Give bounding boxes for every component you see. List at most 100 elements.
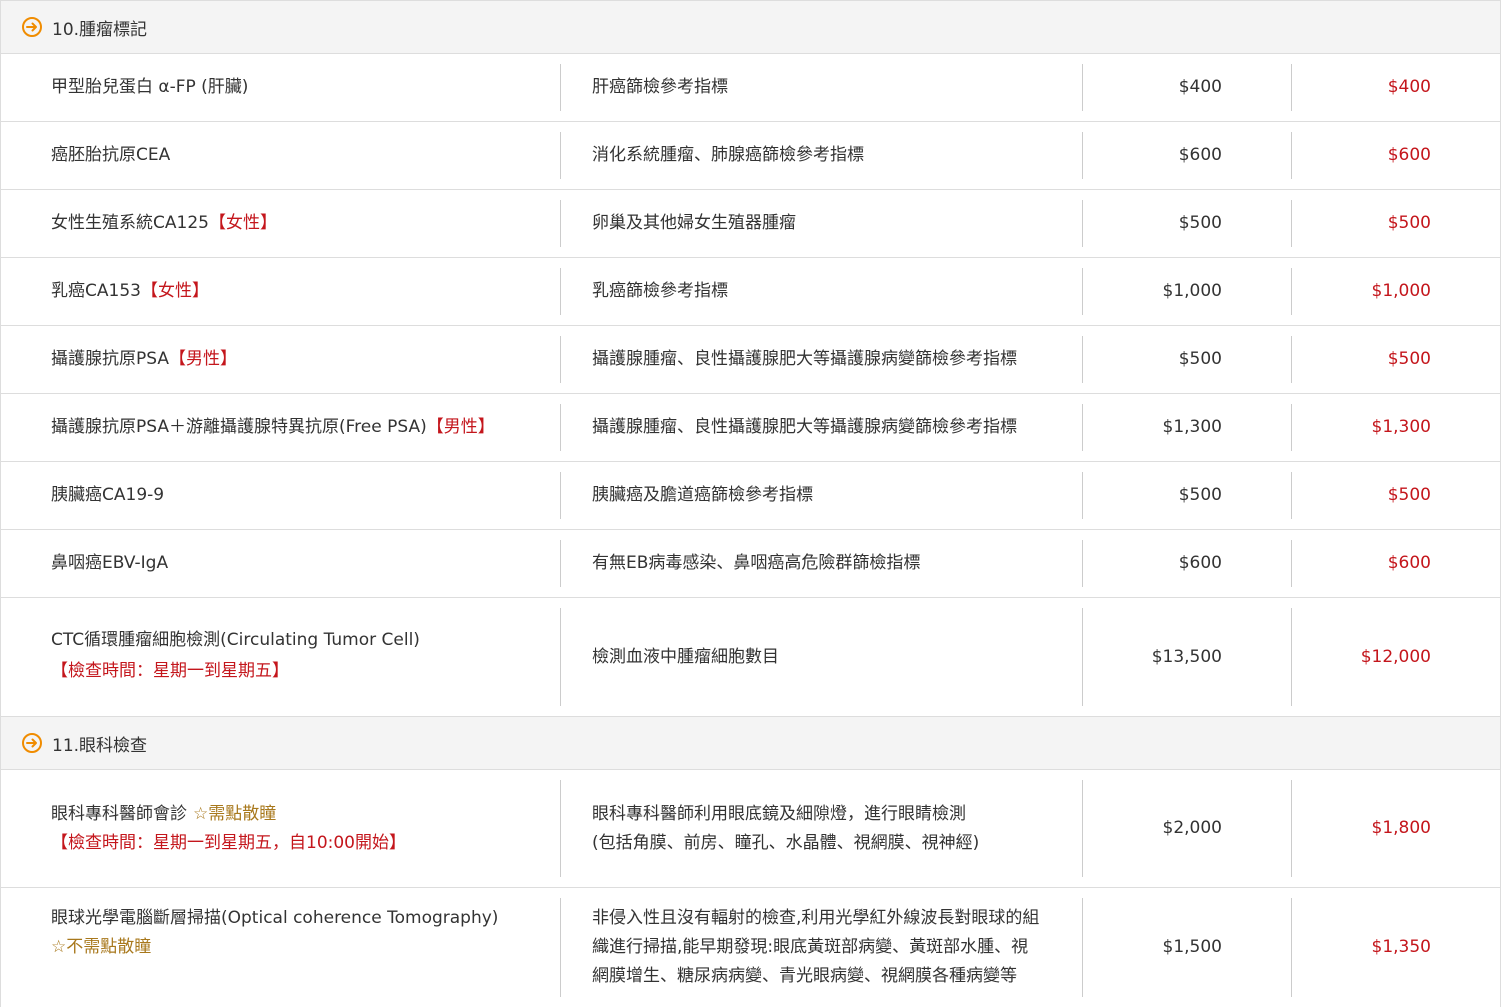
gender-tag: 【男性】 xyxy=(426,417,495,437)
item-sale-price: $600 xyxy=(1387,145,1431,165)
column-divider xyxy=(560,780,561,877)
column-divider xyxy=(1082,268,1083,315)
schedule-note: 【檢查時間：星期一到星期五】 xyxy=(51,661,289,681)
item-sale-price: $500 xyxy=(1387,349,1431,369)
table-row: 癌胚胎抗原CEA 消化系統腫瘤、肺腺癌篩檢參考指標 $600 $600 xyxy=(1,122,1500,190)
item-name-cell: 眼科專科醫師會診 ☆需點散瞳 【檢查時間：星期一到星期五，自10:00開始】 xyxy=(51,770,556,887)
item-price: $13,500 xyxy=(1151,646,1222,667)
item-description: 攝護腺腫瘤、良性攝護腺肥大等攝護腺病變篩檢參考指標 xyxy=(592,349,1017,369)
section-title: 11.眼科檢查 xyxy=(52,735,148,756)
column-divider xyxy=(560,472,561,519)
dilation-note: ☆不需點散瞳 xyxy=(51,937,152,957)
item-name-cell: 鼻咽癌EBV-IgA xyxy=(51,530,556,597)
schedule-note: 【檢查時間：星期一到星期五，自10:00開始】 xyxy=(51,832,406,853)
column-divider xyxy=(560,268,561,315)
item-name: 眼球光學電腦斷層掃描(Optical coherence Tomography) xyxy=(51,908,499,928)
arrow-circle-icon xyxy=(22,17,42,37)
column-divider xyxy=(560,64,561,111)
item-description-cell: 乳癌篩檢參考指標 xyxy=(592,258,1072,325)
item-sale-price: $1,300 xyxy=(1371,417,1431,437)
column-divider xyxy=(1291,472,1292,519)
column-divider xyxy=(560,540,561,587)
table-row: 甲型胎兒蛋白 α-FP (肝臟) 肝癌篩檢參考指標 $400 $400 xyxy=(1,54,1500,122)
item-description: 檢測血液中腫瘤細胞數目 xyxy=(592,646,779,667)
item-description-cell: 攝護腺腫瘤、良性攝護腺肥大等攝護腺病變篩檢參考指標 xyxy=(592,394,1072,461)
item-price: $1,300 xyxy=(1162,417,1222,437)
column-divider xyxy=(1291,540,1292,587)
column-divider xyxy=(560,898,561,997)
item-description-cell: 有無EB病毒感染、鼻咽癌高危險群篩檢指標 xyxy=(592,530,1072,597)
item-name-cell: CTC循環腫瘤細胞檢測(Circulating Tumor Cell) 【檢查時… xyxy=(51,598,556,716)
column-divider xyxy=(560,608,561,706)
item-price: $1,000 xyxy=(1162,281,1222,301)
column-divider xyxy=(560,404,561,451)
item-price: $500 xyxy=(1178,349,1222,369)
item-description-cell: 非侵入性且沒有輻射的檢查,利用光學紅外線波長對眼球的組 織進行掃描,能早期發現:… xyxy=(592,888,1072,1007)
item-description: 攝護腺腫瘤、良性攝護腺肥大等攝護腺病變篩檢參考指標 xyxy=(592,417,1017,437)
table-row: 女性生殖系統CA125【女性】 卵巢及其他婦女生殖器腫瘤 $500 $500 xyxy=(1,190,1500,258)
item-name-cell: 女性生殖系統CA125【女性】 xyxy=(51,190,556,257)
gender-tag: 【女性】 xyxy=(208,213,277,233)
table-row: CTC循環腫瘤細胞檢測(Circulating Tumor Cell) 【檢查時… xyxy=(1,598,1500,716)
item-description: 胰臟癌及膽道癌篩檢參考指標 xyxy=(592,485,813,505)
item-name: 攝護腺抗原PSA xyxy=(51,349,169,369)
dilation-note: ☆需點散瞳 xyxy=(193,803,277,824)
column-divider xyxy=(1082,608,1083,706)
column-divider xyxy=(1082,336,1083,383)
item-sale-price: $1,350 xyxy=(1371,937,1431,957)
table-row: 眼球光學電腦斷層掃描(Optical coherence Tomography)… xyxy=(1,888,1500,1007)
table-row: 乳癌CA153【女性】 乳癌篩檢參考指標 $1,000 $1,000 xyxy=(1,258,1500,326)
item-description-cell: 消化系統腫瘤、肺腺癌篩檢參考指標 xyxy=(592,122,1072,189)
column-divider xyxy=(1291,200,1292,247)
item-sale-price: $1,800 xyxy=(1371,818,1431,838)
item-description: 肝癌篩檢參考指標 xyxy=(592,77,728,97)
item-sale-price: $12,000 xyxy=(1360,646,1431,667)
item-description-line: 織進行掃描,能早期發現:眼底黃斑部病變、黃斑部水腫、視 xyxy=(592,937,1029,957)
arrow-circle-icon xyxy=(22,733,42,753)
price-table: 10.腫瘤標記 甲型胎兒蛋白 α-FP (肝臟) 肝癌篩檢參考指標 $400 $… xyxy=(0,0,1501,1007)
item-description-line: 眼科專科醫師利用眼底鏡及細隙燈，進行眼睛檢測 xyxy=(592,803,966,824)
item-name-cell: 甲型胎兒蛋白 α-FP (肝臟) xyxy=(51,54,556,121)
item-description-cell: 卵巢及其他婦女生殖器腫瘤 xyxy=(592,190,1072,257)
item-price: $2,000 xyxy=(1162,818,1222,838)
item-name: 鼻咽癌EBV-IgA xyxy=(51,553,169,573)
item-description-cell: 檢測血液中腫瘤細胞數目 xyxy=(592,598,1072,716)
item-description: 乳癌篩檢參考指標 xyxy=(592,281,728,301)
item-name-cell: 眼球光學電腦斷層掃描(Optical coherence Tomography)… xyxy=(51,888,556,1007)
item-description-cell: 胰臟癌及膽道癌篩檢參考指標 xyxy=(592,462,1072,529)
item-description: 消化系統腫瘤、肺腺癌篩檢參考指標 xyxy=(592,145,864,165)
column-divider xyxy=(1291,898,1292,997)
column-divider xyxy=(1082,132,1083,179)
item-name-cell: 胰臟癌CA19-9 xyxy=(51,462,556,529)
column-divider xyxy=(560,200,561,247)
column-divider xyxy=(1291,608,1292,706)
item-price: $1,500 xyxy=(1162,937,1222,957)
column-divider xyxy=(1082,472,1083,519)
item-name: 癌胚胎抗原CEA xyxy=(51,145,171,165)
item-description: 有無EB病毒感染、鼻咽癌高危險群篩檢指標 xyxy=(592,553,921,573)
item-price: $500 xyxy=(1178,485,1222,505)
column-divider xyxy=(1291,268,1292,315)
section-header-tumor-markers: 10.腫瘤標記 xyxy=(1,0,1500,54)
item-name: 攝護腺抗原PSA＋游離攝護腺特異抗原(Free PSA) xyxy=(51,417,427,437)
item-description-cell: 攝護腺腫瘤、良性攝護腺肥大等攝護腺病變篩檢參考指標 xyxy=(592,326,1072,393)
item-sale-price: $1,000 xyxy=(1371,281,1431,301)
column-divider xyxy=(1082,64,1083,111)
item-name: 甲型胎兒蛋白 α-FP (肝臟) xyxy=(51,77,249,97)
section-header-eye-exam: 11.眼科檢查 xyxy=(1,716,1500,770)
item-description-line: (包括角膜、前房、瞳孔、水晶體、視網膜、視神經) xyxy=(592,832,980,853)
item-name-cell: 乳癌CA153【女性】 xyxy=(51,258,556,325)
item-description-line: 網膜增生、糖尿病病變、青光眼病變、視網膜各種病變等 xyxy=(592,966,1017,986)
item-name: 女性生殖系統CA125 xyxy=(51,213,209,233)
gender-tag: 【女性】 xyxy=(140,281,209,301)
item-description-cell: 肝癌篩檢參考指標 xyxy=(592,54,1072,121)
column-divider xyxy=(1082,404,1083,451)
item-sale-price: $500 xyxy=(1387,485,1431,505)
item-price: $500 xyxy=(1178,213,1222,233)
item-sale-price: $500 xyxy=(1387,213,1431,233)
item-sale-price: $400 xyxy=(1387,77,1431,97)
column-divider xyxy=(1291,336,1292,383)
item-description-line: 非侵入性且沒有輻射的檢查,利用光學紅外線波長對眼球的組 xyxy=(592,908,1040,928)
column-divider xyxy=(1291,64,1292,111)
table-row: 胰臟癌CA19-9 胰臟癌及膽道癌篩檢參考指標 $500 $500 xyxy=(1,462,1500,530)
